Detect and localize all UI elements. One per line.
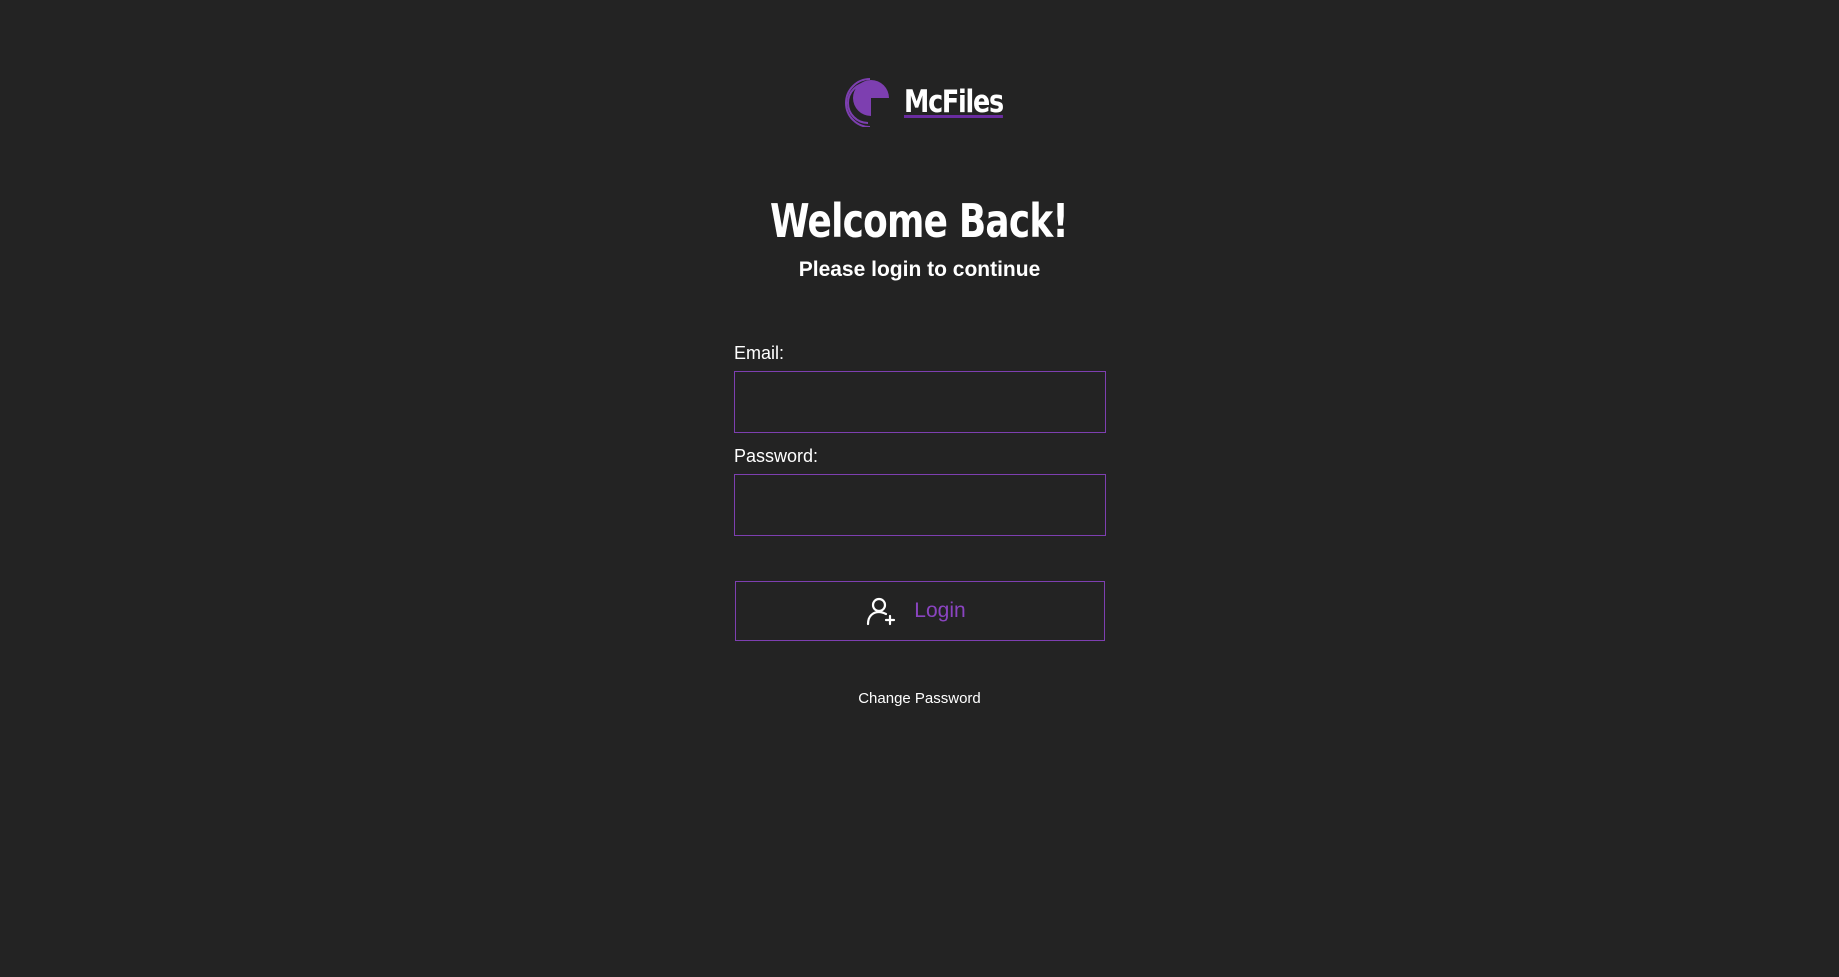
login-button-label: Login — [914, 599, 966, 622]
password-field[interactable] — [734, 474, 1106, 536]
login-form: Email: Password: — [734, 342, 1106, 536]
email-label: Email: — [734, 343, 785, 363]
user-plus-icon — [867, 597, 896, 626]
mcfiles-logo-icon — [845, 78, 889, 127]
page-subtitle: Please login to continue — [798, 258, 1041, 281]
change-password-container: Change Password — [0, 690, 1839, 708]
change-password-link[interactable]: Change Password — [858, 690, 981, 707]
brand: McFiles — [844, 76, 1025, 128]
login-button[interactable]: Login — [735, 581, 1105, 641]
page-title: Welcome Back! — [770, 194, 1070, 248]
brand-name-link[interactable]: McFiles — [904, 84, 1004, 120]
login-page: McFiles Welcome Back! Please login to co… — [0, 0, 1839, 977]
password-label: Password: — [734, 446, 819, 466]
email-field[interactable] — [734, 371, 1106, 433]
